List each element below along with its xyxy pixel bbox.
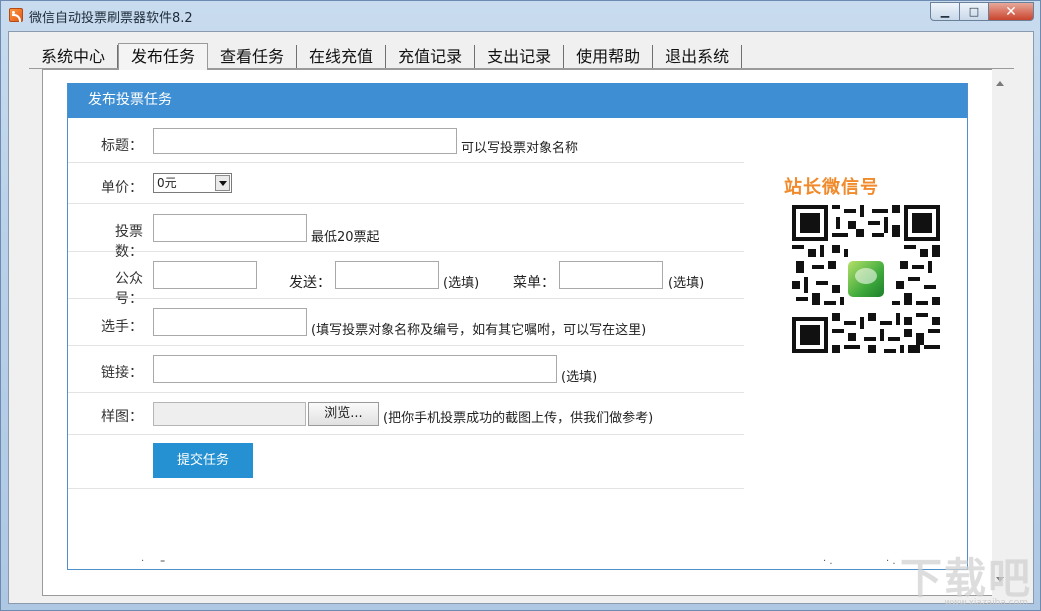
close-button[interactable]: ✕ <box>988 2 1034 21</box>
account-input[interactable] <box>153 261 257 289</box>
form-row-account: 公众号： 发送： (选填) 菜单： (选填) <box>68 252 744 307</box>
menu-hint: (选填) <box>668 276 705 291</box>
sample-hint: (把你手机投票成功的截图上传，供我们做参考) <box>383 411 654 426</box>
maximize-button[interactable]: □ <box>959 2 989 21</box>
client-area: 系统中心 发布任务 查看任务 在线充值 充值记录 支出记录 使用帮助 退出系统 … <box>8 31 1034 604</box>
watermark-url: www.xiazaiba.com <box>944 598 1028 608</box>
browse-button[interactable]: 浏览... <box>308 402 379 426</box>
sample-label: 样图： <box>101 409 143 425</box>
send-label: 发送： <box>289 275 331 291</box>
tab-online-recharge[interactable]: 在线充值 <box>297 45 387 69</box>
tab-system-center[interactable]: 系统中心 <box>29 45 119 69</box>
title-bar[interactable]: 微信自动投票刷票器软件8.2 ▁ □ ✕ <box>1 1 1040 29</box>
form-row-sample: 样图： 浏览... (把你手机投票成功的截图上传，供我们做参考) <box>68 393 744 435</box>
title-label: 标题： <box>101 138 143 154</box>
price-selected-value: 0元 <box>157 176 177 190</box>
publish-panel: 发布投票任务 标题： 可以写投票对象名称 单价： 0元 投票数： 最低20票起 … <box>67 83 968 570</box>
form-row-price: 单价： 0元 <box>68 163 744 204</box>
window-controls: ▁ □ ✕ <box>930 2 1034 21</box>
vertical-scrollbar[interactable] <box>992 69 1009 596</box>
decorative-dot: ⁼ <box>160 558 166 569</box>
tab-bar: 系统中心 发布任务 查看任务 在线充值 充值记录 支出记录 使用帮助 退出系统 <box>29 43 743 70</box>
player-label: 选手： <box>101 319 143 335</box>
form-row-submit: 提交任务 <box>68 435 744 489</box>
window-title: 微信自动投票刷票器软件8.2 <box>29 11 193 26</box>
decorative-dot: · . <box>823 556 833 567</box>
title-hint: 可以写投票对象名称 <box>461 141 579 156</box>
tab-exit-system[interactable]: 退出系统 <box>653 45 743 69</box>
submit-task-button[interactable]: 提交任务 <box>153 443 253 478</box>
title-input[interactable] <box>153 128 457 154</box>
menu-input[interactable] <box>559 261 663 289</box>
scroll-up-arrow-icon[interactable] <box>996 81 1004 86</box>
link-label: 链接： <box>101 365 143 381</box>
decorative-dot: · <box>141 556 145 567</box>
menu-label: 菜单： <box>513 275 555 291</box>
panel-header: 发布投票任务 <box>68 83 967 118</box>
price-select[interactable]: 0元 <box>153 173 232 193</box>
tab-page: 发布投票任务 标题： 可以写投票对象名称 单价： 0元 投票数： 最低20票起 … <box>42 69 1002 596</box>
player-input[interactable] <box>153 308 307 336</box>
tab-recharge-records[interactable]: 充值记录 <box>386 45 476 69</box>
link-hint: (选填) <box>561 370 598 385</box>
votes-input[interactable] <box>153 214 307 242</box>
tab-help[interactable]: 使用帮助 <box>564 45 654 69</box>
rss-app-icon <box>9 8 23 22</box>
chevron-down-icon[interactable] <box>215 175 230 191</box>
form-row-player: 选手： (填写投票对象名称及编号，如有其它嘱咐，可以写在这里) <box>68 299 744 346</box>
player-hint: (填写投票对象名称及编号，如有其它嘱咐，可以写在这里) <box>311 323 647 338</box>
tab-publish-task[interactable]: 发布任务 <box>118 43 209 70</box>
send-input[interactable] <box>335 261 439 289</box>
send-hint: (选填) <box>443 276 480 291</box>
form-row-votes: 投票数： 最低20票起 <box>68 204 744 260</box>
wechat-logo-icon <box>846 259 886 299</box>
tab-expense-records[interactable]: 支出记录 <box>475 45 565 69</box>
sample-file-path <box>153 402 306 426</box>
form-row-link: 链接： (选填) <box>68 346 744 393</box>
qr-code-image <box>792 205 940 353</box>
minimize-button[interactable]: ▁ <box>930 2 960 21</box>
votes-hint: 最低20票起 <box>311 230 380 245</box>
form-row-title: 标题： 可以写投票对象名称 <box>68 118 744 163</box>
watermark-logo: 下载吧 <box>899 554 1032 603</box>
wechat-title: 站长微信号 <box>784 177 879 198</box>
link-input[interactable] <box>153 355 557 383</box>
decorative-dot: · . <box>886 556 896 567</box>
app-window: 微信自动投票刷票器软件8.2 ▁ □ ✕ 系统中心 发布任务 查看任务 在线充值… <box>0 0 1041 611</box>
price-label: 单价： <box>101 180 143 196</box>
tab-view-tasks[interactable]: 查看任务 <box>208 45 298 69</box>
